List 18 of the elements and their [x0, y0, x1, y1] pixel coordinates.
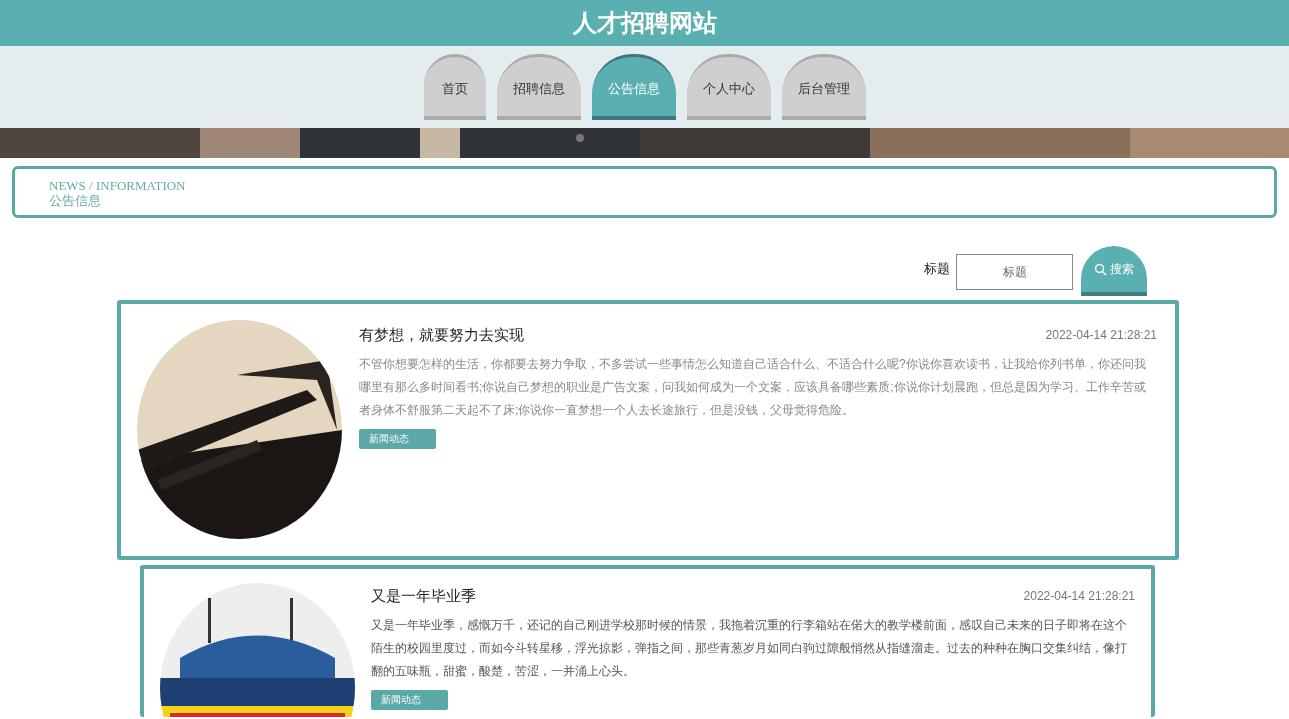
- nav-tab[interactable]: 招聘信息: [496, 54, 581, 120]
- news-time: 2022-04-14 21:28:21: [1045, 327, 1157, 345]
- site-title: 人才招聘网站: [572, 8, 717, 38]
- search-icon: [1094, 262, 1107, 276]
- news-summary: 不管你想要怎样的生活，你都要去努力争取，不多尝试一些事情怎么知道自己适合什么、不适合什么呢?你说你喜欢读书，让我给你列书单，你还问我哪里有那么多时间看书;你说自己梦想的职业是广告文案，问我如何成为一个文案，应该具备哪些素质;你说你计划晨跑，但总是因为学习、工作辛苦或者身体不舒服第二天起不了床;你说你一直梦想一个人去长途旅行，但是没钱，父母觉得危险。: [359, 355, 1147, 419]
- news-card[interactable]: [117, 300, 1179, 560]
- nav-tab[interactable]: 首页: [423, 54, 486, 120]
- breadcrumb-title: 公告信息: [49, 193, 101, 208]
- nav-tab[interactable]: 个人中心: [686, 54, 771, 120]
- search-field[interactable]: 标题: [956, 254, 1073, 290]
- news-title[interactable]: 又是一年毕业季: [371, 585, 476, 608]
- news-time: 2022-04-14 21:28:21: [1023, 588, 1135, 606]
- breadcrumb-subtitle: NEWS / INFORMATION: [49, 178, 186, 193]
- news-summary: 又是一年毕业季，感慨万千，还记的自己刚进学校那时候的情景，我拖着沉重的行李箱站在偌大的教学楼前面，感叹自己未来的日子即将在这个陌生的校园里度过，而如今斗转星移，浮光掠影，弹指之间，那些青葱岁月如同白驹过隙般悄然从指缝溜走。过去的种种在胸口交集纠结，像打翻的五味瓶，甜蜜，酸楚，苦涩，一并涌上心头。: [371, 616, 1128, 680]
- nav-tab[interactable]: 后台管理: [781, 54, 866, 120]
- search-label: 标题: [924, 260, 950, 279]
- news-card[interactable]: 又是一年毕业季 2022-04-14 21:28:21 又是一年毕业季，感慨万千，还记的自己刚进学校那时候的情景，我拖着沉重的行李箱站在偌大的教学楼前面，感叹自己未来的日子即将在这个陌生的校园里度过，而如今斗转星移，浮光掠影，弹指之间，那些青葱岁月如同白驹过隙般悄然从指缝溜走。过去的种种在胸口交集纠结，像打翻的五味瓶，甜蜜，酸楚，苦涩，一并涌上心头。 新闻动态: [140, 565, 1155, 717]
- news-title[interactable]: 有梦想，就要努力去实现: [359, 324, 524, 347]
